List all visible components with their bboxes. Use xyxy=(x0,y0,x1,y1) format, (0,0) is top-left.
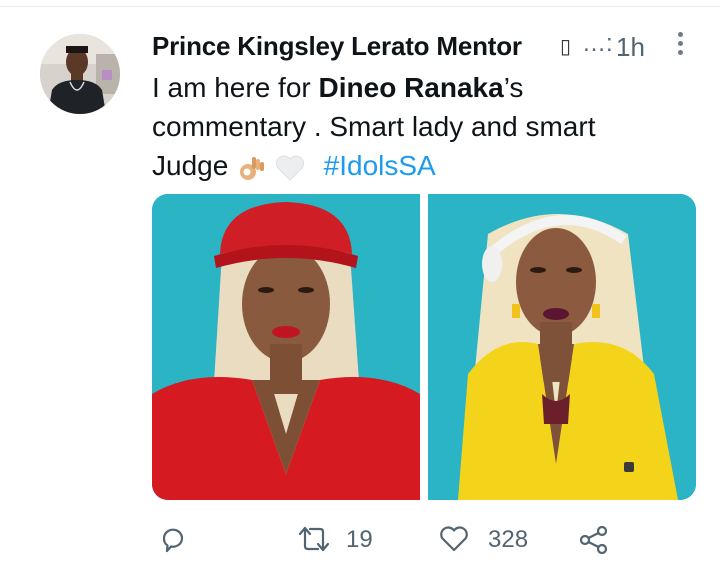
hashtag-link[interactable]: #IdolsSA xyxy=(324,150,436,181)
tweet-text-prefix: I am here for xyxy=(152,72,319,103)
photo-woman-red-hat xyxy=(152,194,420,500)
author-name[interactable]: Prince Kingsley Lerato Mentor xyxy=(152,31,522,62)
share-icon xyxy=(579,525,608,554)
white-heart-emoji-icon xyxy=(275,155,304,181)
tweet-media[interactable] xyxy=(152,194,696,500)
top-divider xyxy=(0,6,720,7)
more-options-icon[interactable] xyxy=(672,30,688,62)
tweet-header: Prince Kingsley Lerato Mentor ▯ …: 1h xyxy=(152,28,692,64)
retweet-icon xyxy=(298,526,330,552)
photo-right[interactable] xyxy=(428,194,696,500)
reply-icon xyxy=(162,528,184,553)
like-button[interactable]: 328 xyxy=(438,520,538,560)
share-button[interactable] xyxy=(578,520,618,560)
photo-left[interactable] xyxy=(152,194,420,500)
tweet-mention: Dineo Ranaka xyxy=(318,72,504,103)
name-badge-glyph: ▯ xyxy=(560,36,572,58)
avatar[interactable] xyxy=(40,34,120,114)
timestamp[interactable]: 1h xyxy=(616,32,645,63)
ok-hand-emoji-icon xyxy=(240,156,265,180)
like-count: 328 xyxy=(488,526,529,553)
name-ellipsis: …: xyxy=(582,30,613,57)
reply-button[interactable] xyxy=(158,520,198,560)
retweet-count: 19 xyxy=(346,526,373,553)
avatar-photo xyxy=(40,34,120,114)
retweet-button[interactable]: 19 xyxy=(296,520,396,560)
tweet-actions: 19 328 xyxy=(152,520,696,560)
heart-icon xyxy=(440,526,468,552)
tweet-text: I am here for Dineo Ranaka’s commentary … xyxy=(152,68,672,185)
photo-woman-yellow-jacket xyxy=(428,194,696,500)
